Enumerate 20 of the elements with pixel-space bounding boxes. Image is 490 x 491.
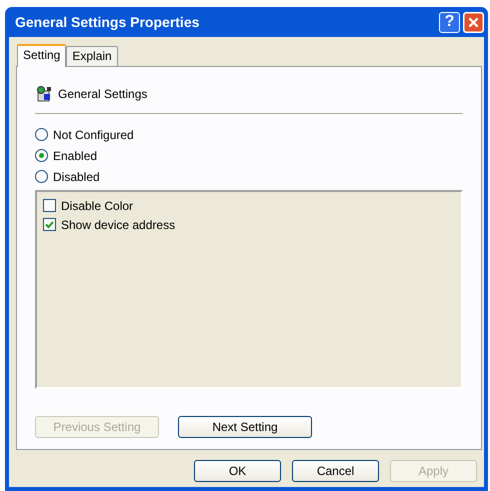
tab[interactable]: Explain [66, 46, 118, 66]
option-label: Disabled [53, 170, 100, 184]
tab[interactable]: Setting [17, 44, 66, 67]
radio-button[interactable] [35, 128, 48, 141]
setting-button[interactable]: Next Setting [178, 416, 312, 438]
radio-button[interactable] [35, 149, 48, 162]
checkbox[interactable] [43, 199, 56, 212]
settings-icon [35, 85, 53, 103]
policy-name: General Settings [58, 87, 148, 101]
checkbox[interactable] [43, 218, 56, 231]
help-button[interactable]: ? [439, 12, 460, 32]
dialog-button[interactable]: Cancel [292, 460, 379, 482]
option-label: Disable Color [61, 198, 134, 212]
close-icon[interactable] [463, 12, 484, 32]
dialog-button[interactable]: OK [194, 460, 281, 482]
option-label: Not Configured [53, 128, 134, 142]
option-label: Enabled [53, 148, 98, 162]
radio-button[interactable] [35, 170, 48, 183]
window-title: General Settings Properties [15, 14, 200, 30]
option-label: Show device address [61, 218, 176, 232]
